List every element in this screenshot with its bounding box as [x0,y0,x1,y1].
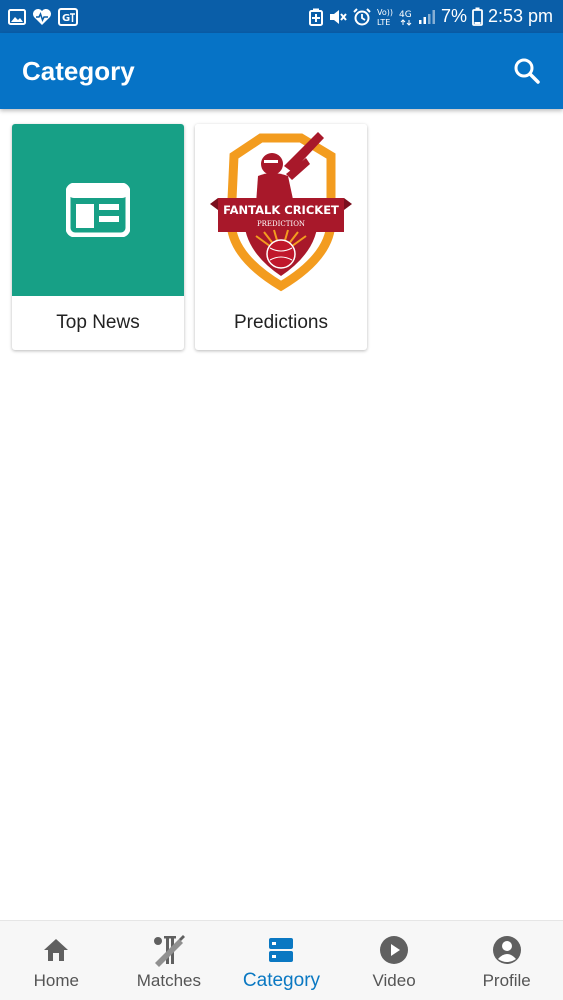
predictions-tile: FANTALK CRICKET PREDICTION [195,124,367,296]
gallery-icon [8,8,26,25]
status-bar: G Vo)) LTE 4G 7% 2:53 pm [0,0,563,33]
nav-label: Category [242,970,321,991]
category-icon [269,938,294,962]
nav-label: Video [372,971,416,990]
category-card-predictions[interactable]: FANTALK CRICKET PREDICTION Predictions [195,124,367,350]
svg-text:LTE: LTE [377,18,390,27]
translate-icon: G [58,7,78,26]
page-title: Category [22,55,135,86]
nav-category[interactable]: Category [225,921,338,1000]
nav-video[interactable]: Video [338,921,451,1000]
svg-text:4G: 4G [399,10,412,20]
category-card-top-news[interactable]: Top News [12,124,184,350]
nav-profile[interactable]: Profile [450,921,563,1000]
logo-subtitle: PREDICTION [257,220,305,228]
app-bar: Category [0,33,563,109]
svg-text:Vo)): Vo)) [377,8,393,17]
category-grid: Top News FANTALK CRICKET PREDICTION Pred… [12,124,367,350]
nav-label: Home [33,971,79,990]
heart-icon [32,8,52,26]
alarm-icon [353,7,371,26]
account-icon [492,936,521,964]
search-icon [514,58,540,84]
nav-label: Matches [136,971,202,990]
play-icon [380,936,409,964]
mute-icon [328,8,348,26]
category-label: Top News [56,312,140,333]
status-system: Vo)) LTE 4G 7% 2:53 pm [308,6,553,27]
signal-icon [418,9,436,25]
volte-icon: Vo)) LTE [376,7,394,27]
svg-text:G: G [62,13,70,24]
fantalk-cricket-logo: FANTALK CRICKET PREDICTION [210,132,352,292]
nav-label: Profile [482,971,531,990]
network-4g-icon: 4G [399,7,413,27]
category-label: Predictions [234,312,328,333]
nav-home[interactable]: Home [0,921,113,1000]
battery-icon [472,7,483,26]
status-notifications: G [8,7,78,26]
logo-title: FANTALK CRICKET [223,203,339,217]
newspaper-icon [66,183,130,237]
search-button[interactable] [511,55,543,87]
cricket-icon [153,935,185,967]
home-icon [44,939,69,961]
top-news-tile [12,124,184,296]
status-time: 2:53 pm [487,6,553,26]
nav-matches[interactable]: Matches [113,921,226,1000]
bottom-navigation: Home Matches Category Video Profile [0,920,563,1000]
battery-saver-icon [308,8,323,26]
battery-percent: 7% [440,6,467,26]
